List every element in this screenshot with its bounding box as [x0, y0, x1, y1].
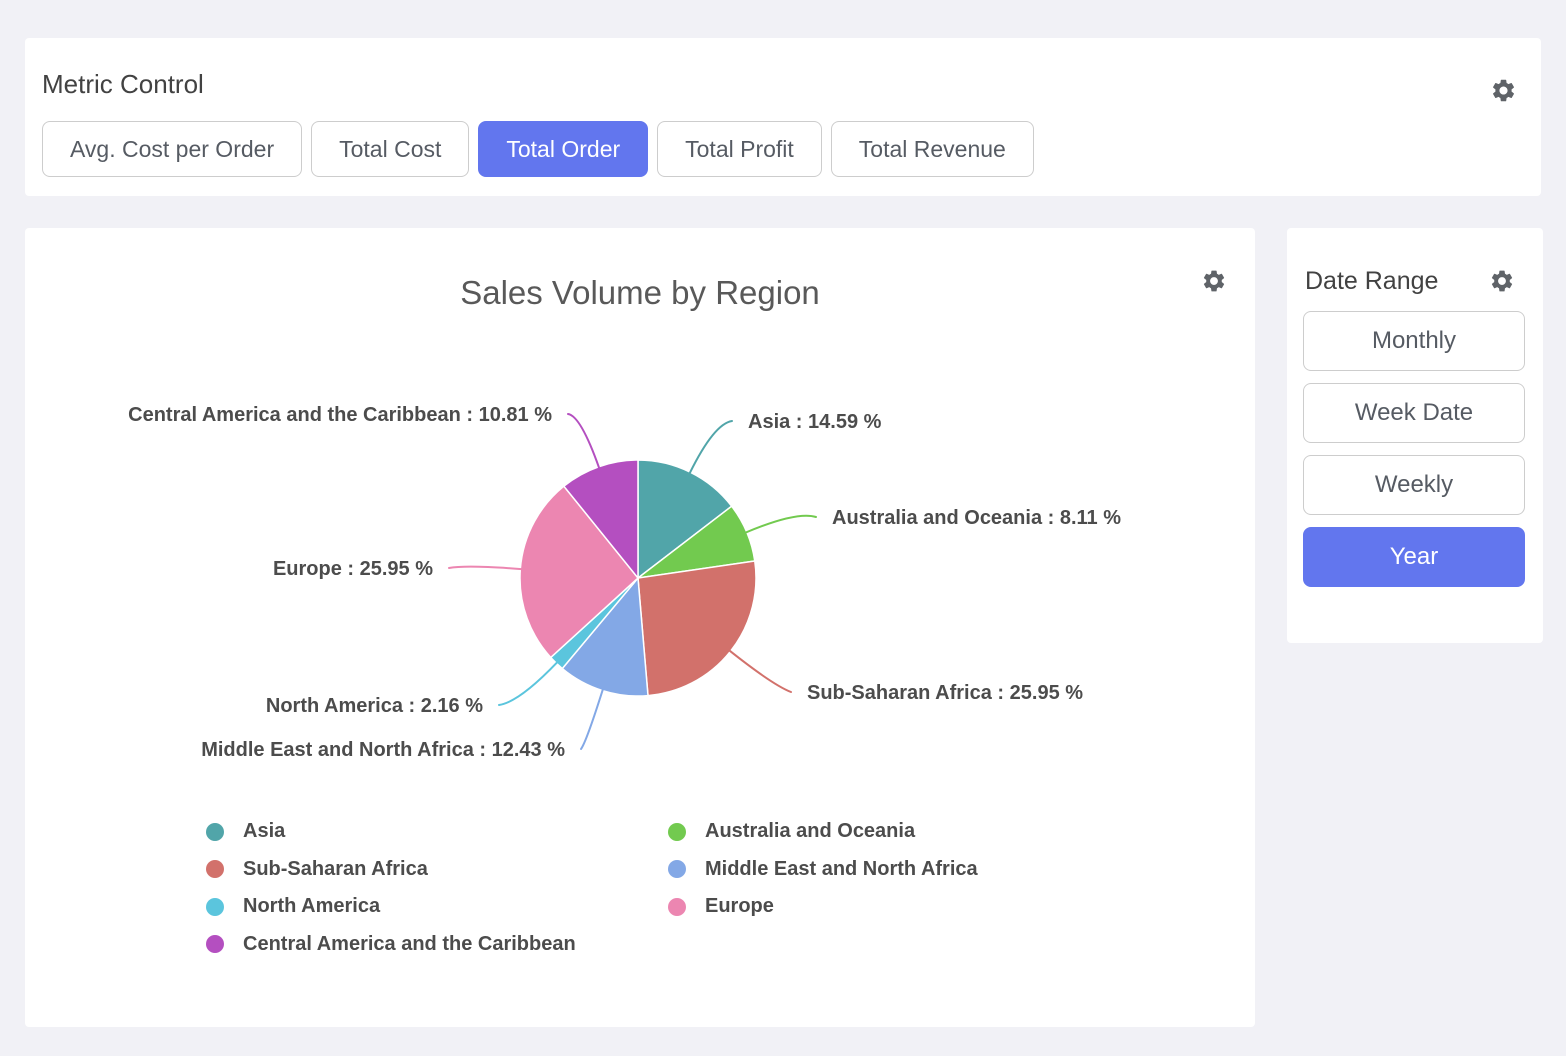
legend-dot-icon	[668, 823, 686, 841]
slice-callout-label-sub-saharan-africa: Sub-Saharan Africa : 25.95 %	[807, 682, 1083, 704]
legend-item-north-america[interactable]: North America	[206, 895, 668, 918]
legend-label: Europe	[705, 895, 774, 918]
legend-dot-icon	[206, 898, 224, 916]
legend-dot-icon	[668, 898, 686, 916]
legend-item-central-america-and-the-caribbean[interactable]: Central America and the Caribbean	[206, 933, 668, 956]
chart-legend: Asia Australia and Oceania Sub-Saharan Afr…	[206, 813, 978, 963]
slice-callout-label-north-america: North America : 2.16 %	[266, 695, 483, 717]
metric-button-group: Avg. Cost per OrderTotal CostTotal Order…	[42, 121, 1034, 177]
legend-label: Australia and Oceania	[705, 820, 915, 843]
date-range-button-monthly[interactable]: Monthly	[1303, 311, 1525, 371]
pie-slice-sub-saharan-africa[interactable]	[638, 561, 756, 696]
label-line-north-america	[499, 662, 557, 705]
legend-item-middle-east-and-north-africa[interactable]: Middle East and North Africa	[668, 858, 978, 881]
legend-item-asia[interactable]: Asia	[206, 820, 668, 843]
metric-button-avg-cost-per-order[interactable]: Avg. Cost per Order	[42, 121, 302, 177]
date-range-title: Date Range	[1305, 268, 1438, 294]
metric-button-total-profit[interactable]: Total Profit	[657, 121, 822, 177]
label-line-sub-saharan-africa	[730, 651, 791, 692]
label-line-middle-east-and-north-africa	[581, 690, 603, 749]
dashboard-page: Metric Control Avg. Cost per OrderTotal …	[0, 0, 1566, 1056]
legend-label: North America	[243, 895, 380, 918]
legend-label: Middle East and North Africa	[705, 858, 978, 881]
legend-dot-icon	[206, 860, 224, 878]
legend-dot-icon	[206, 935, 224, 953]
slice-callout-label-central-america-and-the-caribbean: Central America and the Caribbean : 10.8…	[128, 404, 552, 426]
legend-item-sub-saharan-africa[interactable]: Sub-Saharan Africa	[206, 858, 668, 881]
slice-callout-label-asia: Asia : 14.59 %	[748, 411, 882, 433]
legend-item-australia-and-oceania[interactable]: Australia and Oceania	[668, 820, 978, 843]
label-line-europe	[449, 567, 521, 569]
slice-callout-label-middle-east-and-north-africa: Middle East and North Africa : 12.43 %	[201, 739, 565, 761]
date-range-settings-gear-icon[interactable]	[1489, 268, 1515, 294]
metric-button-total-cost[interactable]: Total Cost	[311, 121, 469, 177]
metric-settings-gear-icon[interactable]	[1490, 77, 1517, 104]
label-line-central-america-and-the-caribbean	[568, 414, 599, 468]
date-range-button-group: Monthly Week Date Weekly Year	[1303, 311, 1525, 587]
label-line-australia-and-oceania	[746, 516, 816, 533]
metric-control-card: Metric Control Avg. Cost per OrderTotal …	[25, 38, 1541, 196]
date-range-button-year[interactable]: Year	[1303, 527, 1525, 587]
metric-control-title: Metric Control	[42, 71, 204, 97]
legend-label: Central America and the Caribbean	[243, 933, 576, 956]
legend-label: Asia	[243, 820, 285, 843]
label-line-asia	[690, 421, 732, 473]
legend-dot-icon	[668, 860, 686, 878]
legend-label: Sub-Saharan Africa	[243, 858, 428, 881]
legend-item-europe[interactable]: Europe	[668, 895, 978, 918]
date-range-card: Date Range Monthly Week Date Weekly Year	[1287, 228, 1543, 643]
slice-callout-label-australia-and-oceania: Australia and Oceania : 8.11 %	[832, 507, 1121, 529]
date-range-button-week-date[interactable]: Week Date	[1303, 383, 1525, 443]
metric-button-total-revenue[interactable]: Total Revenue	[831, 121, 1034, 177]
date-range-button-weekly[interactable]: Weekly	[1303, 455, 1525, 515]
slice-callout-label-europe: Europe : 25.95 %	[273, 558, 433, 580]
metric-button-total-order[interactable]: Total Order	[478, 121, 648, 177]
sales-volume-chart-card: Sales Volume by Region Asia : 14.59 %Aus…	[25, 228, 1255, 1027]
legend-dot-icon	[206, 823, 224, 841]
